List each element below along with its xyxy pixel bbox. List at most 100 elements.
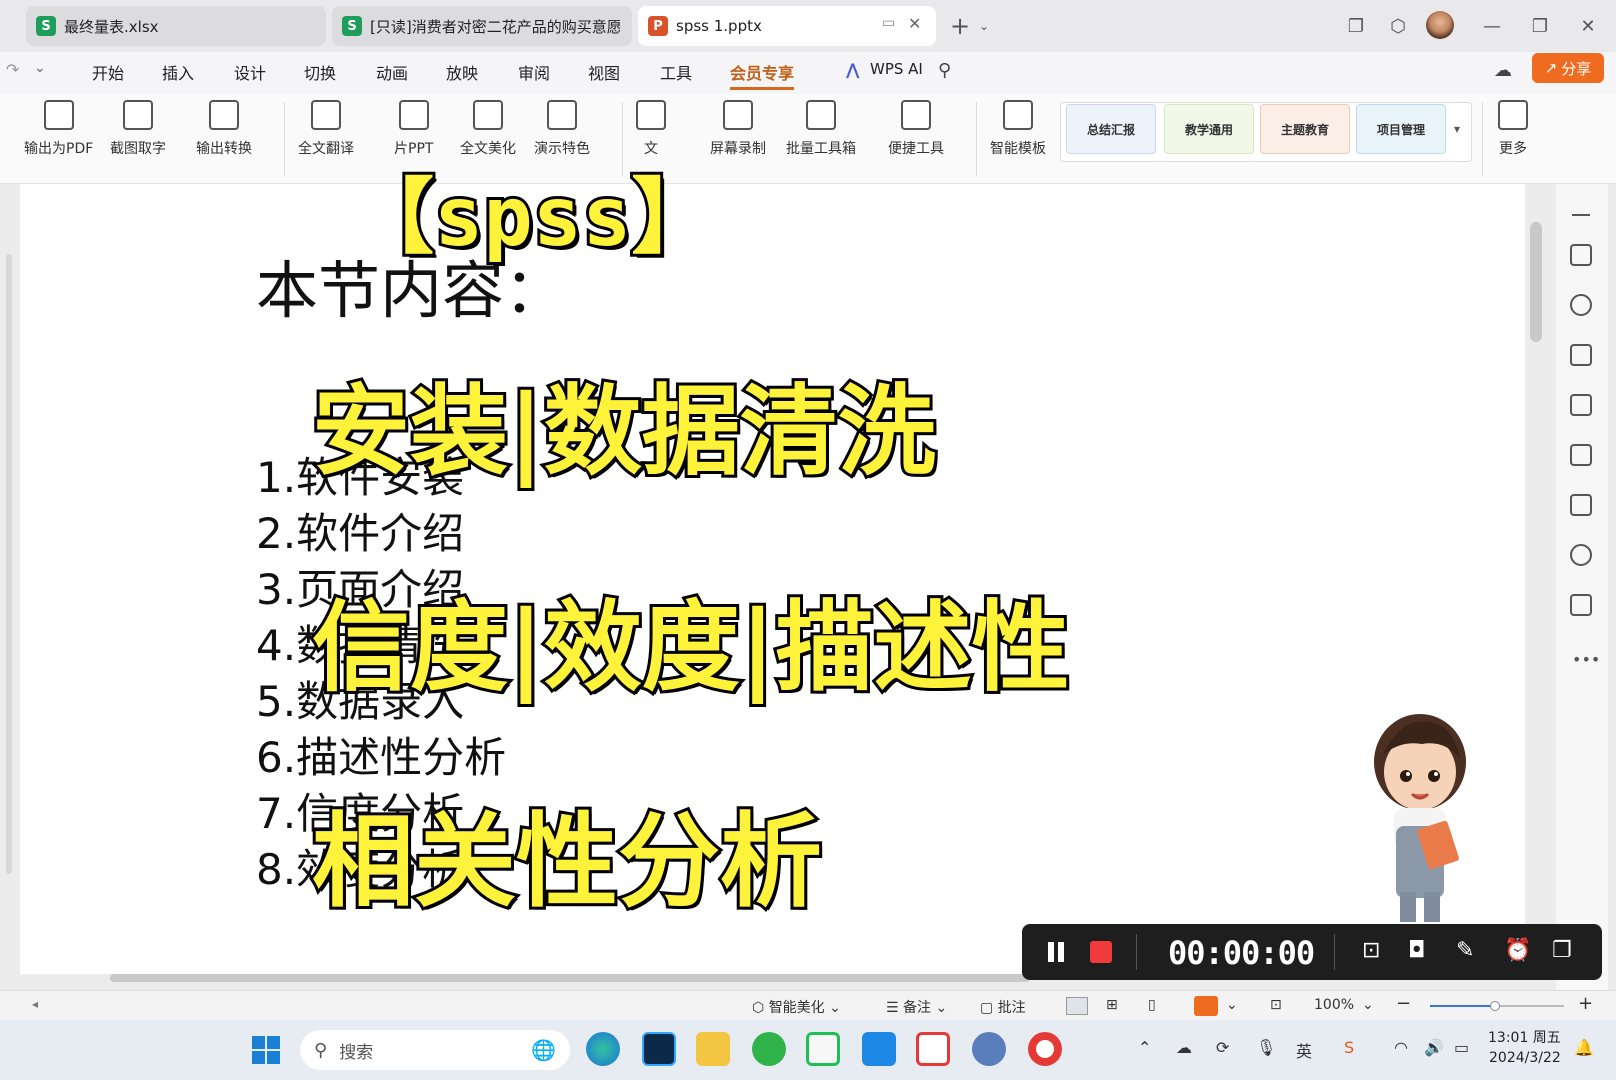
onedrive-icon[interactable]: ☁ bbox=[1176, 1038, 1192, 1057]
battery-icon[interactable]: ▭ bbox=[1454, 1038, 1469, 1057]
more-icon[interactable]: ••• bbox=[1572, 650, 1600, 669]
pen-icon[interactable]: ✎ bbox=[1456, 938, 1474, 963]
messenger-icon[interactable] bbox=[862, 1032, 896, 1066]
menu-insert[interactable]: 插入 bbox=[162, 60, 194, 84]
gallery-expand-icon[interactable]: ▾ bbox=[1454, 122, 1460, 136]
smart-template-button[interactable]: 智能模板 bbox=[990, 100, 1046, 158]
wps-ai-button[interactable]: WPS AI bbox=[870, 60, 923, 78]
close-tab-icon[interactable]: ✕ bbox=[908, 14, 921, 33]
edge-browser-icon[interactable] bbox=[586, 1032, 620, 1066]
menu-vip[interactable]: 会员专享 bbox=[730, 60, 795, 90]
alarm-icon[interactable]: ⏰ bbox=[1504, 938, 1531, 963]
wps-office-icon[interactable] bbox=[916, 1032, 950, 1066]
wifi-icon[interactable]: ◠ bbox=[1394, 1038, 1408, 1057]
monitor-icon[interactable]: ▭ bbox=[882, 15, 895, 31]
tray-expand-icon[interactable]: ⌃ bbox=[1138, 1038, 1151, 1057]
horizontal-scrollbar[interactable] bbox=[110, 974, 1030, 982]
menu-slideshow[interactable]: 放映 bbox=[446, 60, 478, 84]
left-scroll-indicator[interactable] bbox=[6, 254, 12, 874]
pause-icon[interactable] bbox=[1048, 942, 1054, 962]
redo-icon[interactable]: ↷ bbox=[6, 60, 19, 79]
chevron-down-icon[interactable]: ⌄ bbox=[970, 12, 998, 40]
restore-button[interactable]: ❐ bbox=[1526, 12, 1554, 40]
star-icon[interactable] bbox=[1570, 294, 1592, 316]
screenshot-icon[interactable]: ⊡ bbox=[1362, 938, 1380, 963]
screenshot-ocr-button[interactable]: 截图取字 bbox=[110, 100, 166, 158]
sogou-icon[interactable]: S bbox=[1344, 1038, 1354, 1057]
minimize-button[interactable]: — bbox=[1478, 12, 1506, 40]
chevron-down-icon[interactable]: ⌄ bbox=[1362, 997, 1374, 1013]
zoom-out-icon[interactable]: − bbox=[1396, 993, 1411, 1014]
notification-icon[interactable]: 🔔 bbox=[1574, 1038, 1594, 1057]
microphone-icon[interactable]: 🎙 bbox=[1256, 1038, 1276, 1057]
tab-pptx[interactable]: P spss 1.pptx ▭ ✕ bbox=[638, 6, 936, 46]
menu-home[interactable]: 开始 bbox=[92, 60, 124, 84]
file-explorer-icon[interactable] bbox=[696, 1032, 730, 1066]
window-icon[interactable]: ❐ bbox=[1552, 938, 1572, 963]
scroll-left-icon[interactable]: ◂ bbox=[32, 997, 38, 1011]
vertical-scrollbar[interactable] bbox=[1530, 222, 1542, 342]
chevron-down-icon[interactable]: ⌄ bbox=[1226, 997, 1238, 1013]
tab-excel-readonly[interactable]: S [只读]消费者对密二花产品的购买意愿 bbox=[332, 6, 632, 46]
play-slideshow-icon[interactable] bbox=[1194, 996, 1218, 1016]
tab-excel-scale[interactable]: S 最终量表.xlsx bbox=[26, 6, 326, 46]
adjust-icon[interactable] bbox=[1570, 244, 1592, 266]
template-theme-edu[interactable]: 主题教育 bbox=[1260, 104, 1350, 154]
smart-beautify-button[interactable]: ⬡ 智能美化 ⌄ bbox=[752, 997, 841, 1017]
photoshop-icon[interactable] bbox=[642, 1032, 676, 1066]
ime-indicator[interactable]: 英 bbox=[1296, 1038, 1312, 1062]
zoom-level[interactable]: 100% bbox=[1314, 997, 1354, 1013]
zoom-in-icon[interactable]: + bbox=[1578, 993, 1593, 1014]
windows-start-icon[interactable] bbox=[252, 1036, 280, 1064]
normal-view-icon[interactable] bbox=[1066, 997, 1088, 1015]
help-icon[interactable] bbox=[1570, 544, 1592, 566]
wechat-icon[interactable] bbox=[806, 1032, 840, 1066]
recorder-app-icon[interactable] bbox=[1028, 1032, 1062, 1066]
replace-icon[interactable] bbox=[1570, 344, 1592, 366]
cloud-icon[interactable]: ☁ bbox=[1494, 60, 1512, 81]
camera-icon[interactable]: ◘ bbox=[1408, 938, 1425, 963]
menu-animation[interactable]: 动画 bbox=[376, 60, 408, 84]
close-window-button[interactable]: ✕ bbox=[1574, 12, 1602, 40]
template-teaching[interactable]: 教学通用 bbox=[1164, 104, 1254, 154]
animation-icon[interactable] bbox=[1570, 394, 1592, 416]
menu-design[interactable]: 设计 bbox=[234, 60, 266, 84]
share-button[interactable]: ↗ 分享 bbox=[1532, 53, 1604, 83]
user-avatar[interactable] bbox=[1426, 11, 1454, 39]
menu-tools[interactable]: 工具 bbox=[660, 60, 692, 84]
batch-toolbox-button[interactable]: 批量工具箱 bbox=[786, 100, 856, 158]
screen-record-button[interactable]: 屏幕录制 bbox=[710, 100, 766, 158]
taskbar-search[interactable]: ⚲ 搜索 🌐 bbox=[300, 1030, 570, 1070]
cube-icon[interactable]: ⬡ bbox=[1384, 12, 1412, 40]
more-button[interactable]: 更多 bbox=[1498, 100, 1528, 158]
template-project[interactable]: 项目管理 bbox=[1356, 104, 1446, 154]
search-icon[interactable]: ⚲ bbox=[938, 60, 951, 81]
stop-icon[interactable] bbox=[1090, 941, 1112, 963]
status-bar: ◂ ⬡ 智能美化 ⌄ ☰ 备注 ⌄ ▢ 批注 ⊞ ▯ ⌄ ⊡ 100% ⌄ − … bbox=[0, 990, 1616, 1020]
system-clock[interactable]: 13:01 周五 2024/3/22 bbox=[1488, 1028, 1561, 1068]
collapse-icon[interactable] bbox=[1572, 214, 1590, 216]
fit-window-icon[interactable]: ⊡ bbox=[1270, 997, 1282, 1013]
comment-button[interactable]: ▢ 批注 bbox=[980, 997, 1026, 1017]
volume-icon[interactable]: 🔊 bbox=[1424, 1038, 1444, 1057]
shirt-icon[interactable] bbox=[1570, 594, 1592, 616]
export-convert-button[interactable]: 输出转换 bbox=[196, 100, 252, 158]
slide-sorter-icon[interactable]: ⊞ bbox=[1106, 997, 1118, 1013]
reading-view-icon[interactable]: ▯ bbox=[1148, 997, 1156, 1013]
magic-icon[interactable] bbox=[1570, 444, 1592, 466]
translate-button[interactable]: 全文翻译 bbox=[298, 100, 354, 158]
export-pdf-button[interactable]: 输出为PDF bbox=[24, 100, 93, 158]
notes-button[interactable]: ☰ 备注 ⌄ bbox=[886, 997, 947, 1017]
book-icon[interactable] bbox=[1570, 494, 1592, 516]
app-icon[interactable] bbox=[972, 1032, 1006, 1066]
chevron-down-icon[interactable]: ⌄ bbox=[34, 60, 46, 76]
quick-tools-button[interactable]: 便捷工具 bbox=[888, 100, 944, 158]
window-layout-icon[interactable]: ❐ bbox=[1342, 12, 1370, 40]
menu-transition[interactable]: 切换 bbox=[304, 60, 336, 84]
browser-green-icon[interactable] bbox=[752, 1032, 786, 1066]
sync-icon[interactable]: ⟳ bbox=[1216, 1038, 1229, 1057]
menu-view[interactable]: 视图 bbox=[588, 60, 620, 84]
menu-review[interactable]: 审阅 bbox=[518, 60, 550, 84]
template-summary[interactable]: 总结汇报 bbox=[1066, 104, 1156, 154]
zoom-slider-handle[interactable] bbox=[1490, 1001, 1500, 1011]
